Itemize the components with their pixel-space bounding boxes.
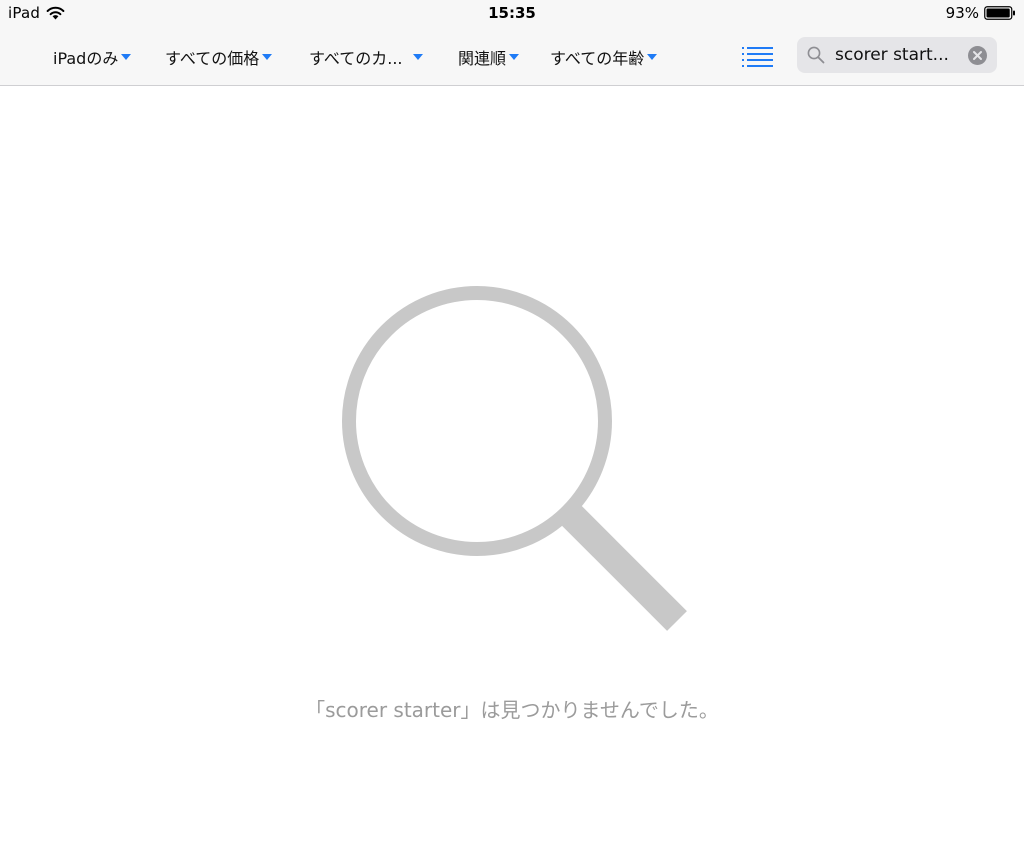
filter-sort-label: 関連順 (458, 48, 507, 68)
list-icon[interactable] (742, 46, 774, 68)
search-field[interactable]: scorer start... (797, 37, 997, 73)
filter-sort[interactable]: 関連順 (458, 28, 520, 85)
filter-category[interactable]: すべてのカ... (309, 28, 423, 85)
search-input[interactable]: scorer start... (835, 45, 953, 65)
caret-down-icon (647, 54, 658, 60)
magnifier-icon (342, 286, 687, 631)
filter-age[interactable]: すべての年齢 (550, 28, 658, 85)
filter-age-label: すべての年齢 (550, 48, 645, 68)
filter-price-label: すべての価格 (165, 48, 260, 68)
filter-device-label: iPadのみ (53, 48, 119, 68)
caret-down-icon (509, 54, 520, 60)
search-icon (807, 46, 825, 64)
status-bar: iPad 15:35 93% (0, 0, 1024, 28)
status-right: 93% (946, 4, 1016, 22)
caret-down-icon (262, 54, 273, 60)
battery-percent: 93% (945, 4, 979, 22)
clear-icon[interactable] (968, 45, 987, 65)
filter-bar: iPadのみ すべての価格 すべてのカ... 関連順 すべての年齢 scorer… (0, 28, 1024, 86)
caret-down-icon (121, 54, 132, 60)
filter-category-label: すべてのカ... (309, 48, 403, 68)
battery-icon (984, 6, 1015, 20)
empty-message: 「scorer starter」は見つかりませんでした。 (305, 698, 719, 722)
status-time: 15:35 (488, 4, 536, 22)
filter-device[interactable]: iPadのみ (53, 28, 132, 85)
caret-down-icon (412, 54, 423, 60)
filter-price[interactable]: すべての価格 (165, 28, 273, 85)
